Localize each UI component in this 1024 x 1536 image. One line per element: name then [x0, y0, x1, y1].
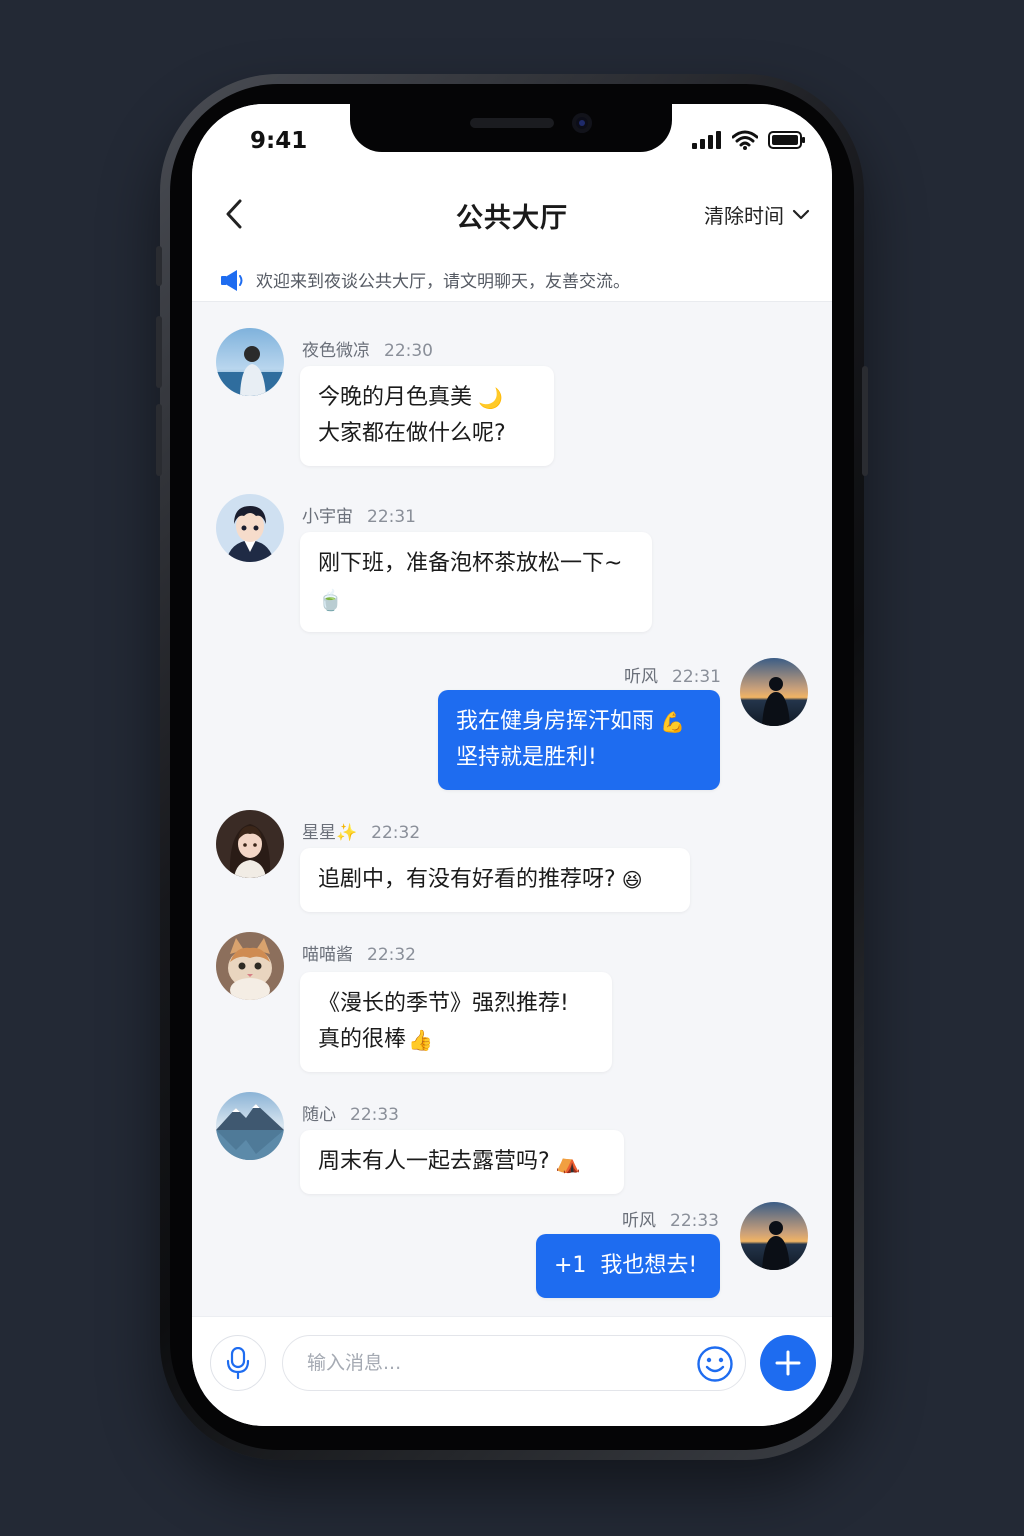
volume-down-button [156, 404, 162, 476]
message-line: 追剧中，有没有好看的推荐呀? [318, 867, 616, 892]
volume-up-button [156, 316, 162, 388]
mic-icon [226, 1347, 250, 1379]
message-line: 真的很棒 [318, 1027, 407, 1052]
tea-emoji: 🍵 [318, 588, 343, 612]
message-meta: 夜色微凉 22:30 [302, 336, 433, 361]
message-meta: 随心 22:33 [302, 1100, 399, 1125]
tent-emoji: ⛺ [555, 1150, 581, 1174]
message-time: 22:32 [371, 823, 421, 843]
avatar[interactable] [740, 658, 808, 726]
message-line: 刚下班，准备泡杯茶放松一下~ [318, 551, 623, 576]
sender-name: 小宇宙 [302, 507, 353, 527]
message-time: 22:31 [672, 667, 721, 687]
message-line: 今晚的月色真美 [318, 385, 473, 410]
message-bubble[interactable]: 我在健身房挥汗如雨 💪 坚持就是胜利! [438, 690, 720, 790]
flexed-biceps-emoji: 💪 [660, 710, 685, 734]
chat-header: 公共大厅 清除时间 [192, 176, 832, 258]
message-time: 22:33 [670, 1211, 719, 1231]
sender-name: 星星✨ [302, 823, 358, 843]
message-time: 22:31 [367, 507, 416, 527]
sender-name: 夜色微凉 [302, 341, 370, 361]
message-time: 22:30 [384, 341, 433, 361]
message-bubble[interactable]: 刚下班，准备泡杯茶放松一下~ 🍵 [300, 532, 652, 632]
avatar[interactable] [216, 494, 284, 562]
avatar[interactable] [216, 328, 284, 396]
message-meta: 喵喵酱 22:32 [302, 940, 416, 965]
stage: 9:41 公共大厅 清除时间 欢迎来到夜谈公共大厅，请文明聊天，友善交流。 夜色… [0, 0, 1024, 1536]
wifi-icon [732, 130, 758, 150]
power-button [862, 366, 868, 476]
sender-name: 听风 [622, 1211, 656, 1231]
earpiece [470, 118, 554, 128]
sender-name: 喵喵酱 [302, 945, 353, 965]
composer-bar [192, 1316, 832, 1426]
voice-button[interactable] [210, 1335, 266, 1391]
avatar[interactable] [216, 932, 284, 1000]
message-meta: 听风 22:33 [622, 1206, 719, 1231]
message-bubble[interactable]: 周末有人一起去露营吗? ⛺ [300, 1130, 624, 1194]
message-line: 周末有人一起去露营吗? [318, 1149, 550, 1174]
mute-switch [156, 246, 162, 286]
message-meta: 小宇宙 22:31 [302, 502, 416, 527]
status-icons [692, 130, 806, 150]
clear-time-label: 清除时间 [704, 204, 784, 228]
front-camera [572, 113, 592, 133]
smile-icon [697, 1346, 733, 1382]
message-meta: 星星✨ 22:32 [302, 818, 420, 843]
announcement-bar: 欢迎来到夜谈公共大厅，请文明聊天，友善交流。 [192, 258, 832, 302]
message-bubble[interactable]: +1 我也想去! [536, 1234, 720, 1298]
notch [350, 104, 672, 152]
message-line: 《漫长的季节》强烈推荐! [318, 991, 569, 1016]
avatar[interactable] [216, 1092, 284, 1160]
message-bubble[interactable]: 追剧中，有没有好看的推荐呀? 😆 [300, 848, 690, 912]
laughing-emoji: 😆 [621, 868, 643, 892]
avatar[interactable] [740, 1202, 808, 1270]
status-time: 9:41 [250, 128, 308, 154]
message-line: 大家都在做什么呢? [318, 421, 506, 446]
moon-emoji: 🌙 [478, 386, 503, 410]
message-meta: 听风 22:31 [624, 662, 721, 687]
message-time: 22:32 [367, 945, 416, 965]
avatar[interactable] [216, 810, 284, 878]
megaphone-icon [221, 269, 243, 291]
message-line: +1 我也想去! [554, 1253, 698, 1278]
thumbs-up-emoji: 👍 [408, 1028, 433, 1052]
message-bubble[interactable]: 《漫长的季节》强烈推荐! 真的很棒 👍 [300, 972, 612, 1072]
emoji-button[interactable] [696, 1345, 734, 1383]
message-line: 坚持就是胜利! [456, 745, 597, 770]
clear-time-dropdown[interactable]: 清除时间 [704, 200, 810, 229]
plus-icon [775, 1350, 801, 1376]
message-input[interactable] [282, 1335, 746, 1391]
battery-icon [768, 131, 805, 149]
phone-screen: 9:41 公共大厅 清除时间 欢迎来到夜谈公共大厅，请文明聊天，友善交流。 夜色… [192, 104, 832, 1426]
signal-icon [692, 131, 721, 149]
message-time: 22:33 [350, 1105, 399, 1125]
sender-name: 随心 [302, 1105, 336, 1125]
add-button[interactable] [760, 1335, 816, 1391]
sender-name: 听风 [624, 667, 658, 687]
message-bubble[interactable]: 今晚的月色真美 🌙 大家都在做什么呢? [300, 366, 554, 466]
message-line: 我在健身房挥汗如雨 [456, 709, 655, 734]
announcement-text: 欢迎来到夜谈公共大厅，请文明聊天，友善交流。 [256, 272, 630, 292]
chevron-down-icon [792, 209, 810, 219]
